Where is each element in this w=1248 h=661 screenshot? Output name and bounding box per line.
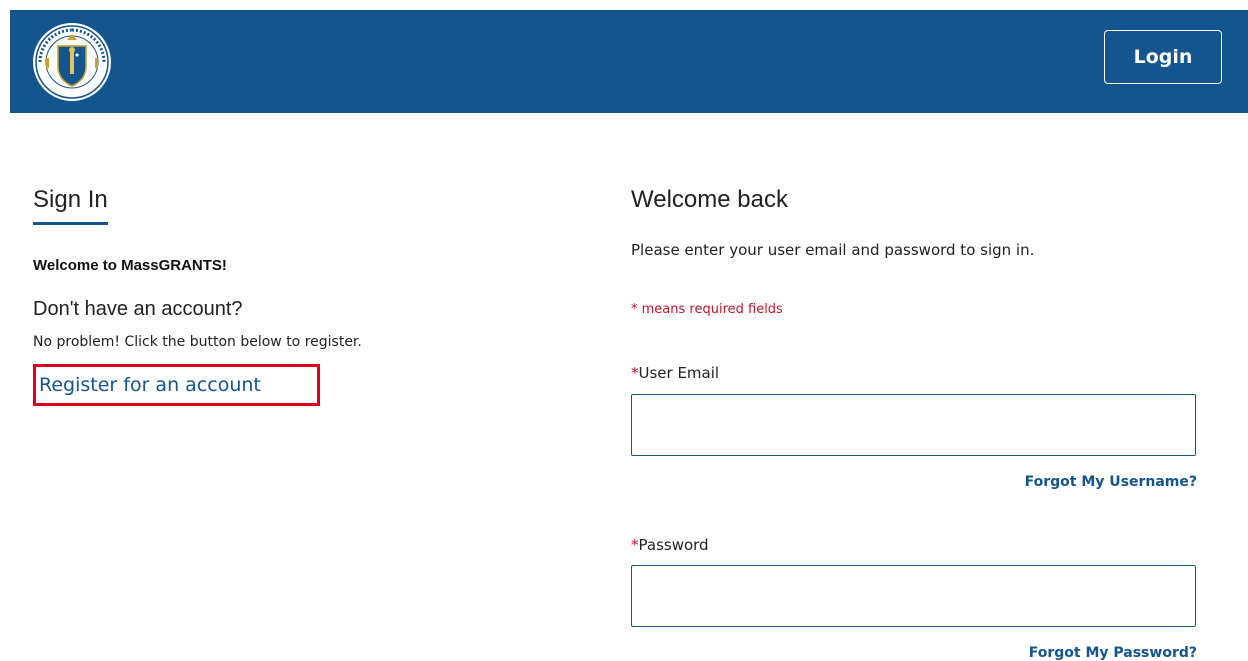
register-instructions: No problem! Click the button below to re… [33,334,362,350]
login-form: Welcome back Please enter your user emai… [631,186,1197,661]
massachusetts-seal-icon[interactable] [32,22,112,102]
forgot-username-link[interactable]: Forgot My Username? [1025,474,1197,490]
required-star: * [631,364,639,382]
welcome-message: Welcome to MassGRANTS! [33,257,227,274]
site-header: Login [10,10,1248,113]
password-label: *Password [631,536,709,554]
email-label: *User Email [631,364,719,382]
register-link[interactable]: Register for an account [33,364,320,406]
required-star: * [631,536,639,554]
email-input[interactable] [631,394,1196,456]
forgot-password-link[interactable]: Forgot My Password? [1029,645,1197,661]
email-label-text: User Email [638,364,720,382]
login-button[interactable]: Login [1104,30,1222,84]
sign-in-panel: Sign In Welcome to MassGRANTS! Don't hav… [33,186,533,406]
sign-in-heading: Sign In [33,186,108,225]
password-input[interactable] [631,565,1196,627]
login-instructions: Please enter your user email and passwor… [631,241,1035,259]
welcome-back-heading: Welcome back [631,186,788,213]
no-account-heading: Don't have an account? [33,298,243,320]
password-label-text: Password [638,536,709,554]
required-fields-note: * means required fields [631,302,783,317]
